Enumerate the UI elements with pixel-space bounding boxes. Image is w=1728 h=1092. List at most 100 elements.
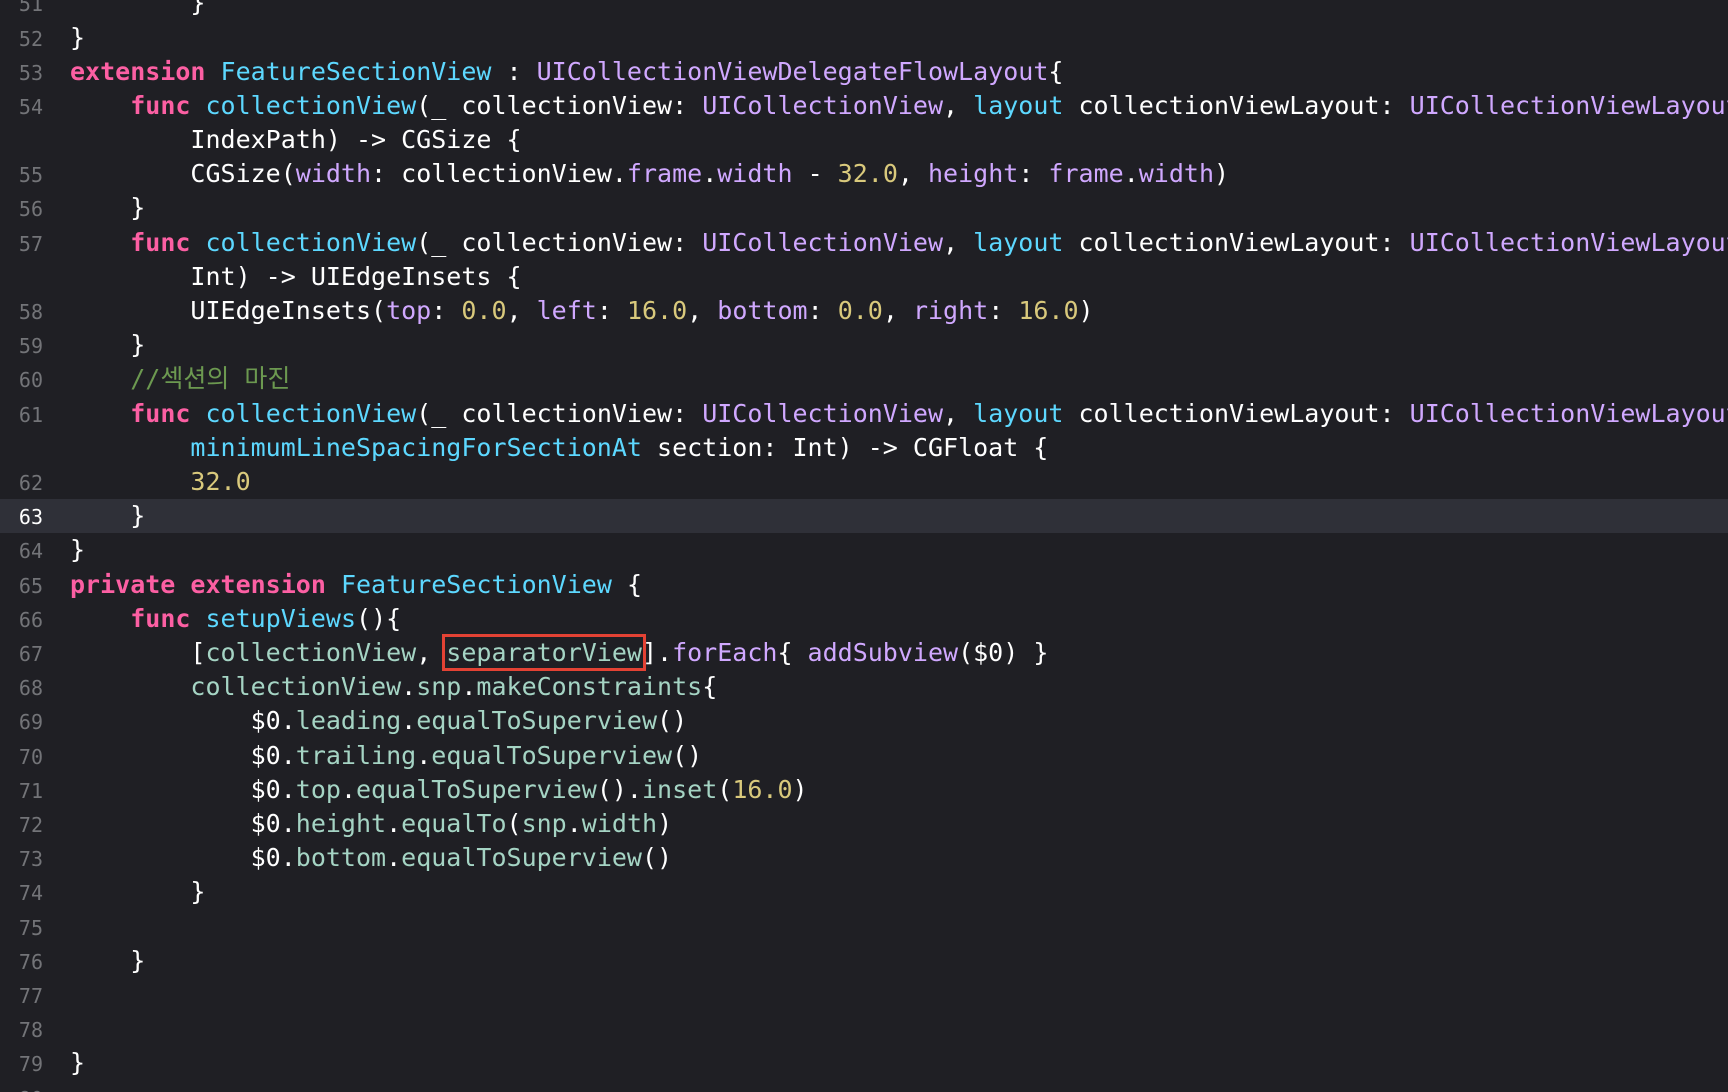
code-line-67[interactable]: 67 [collectionView, separatorView].forEa… [0, 634, 1728, 671]
code-text[interactable]: } [70, 0, 205, 17]
code-text[interactable]: func collectionView(_ collectionView: UI… [70, 400, 1728, 428]
code-line-56[interactable]: 56 } [0, 191, 1728, 225]
code-text[interactable]: $0.leading.equalToSuperview() [70, 707, 688, 735]
code-text[interactable]: } [70, 536, 85, 564]
code-token: FeatureSectionView [220, 57, 492, 86]
line-number: 54 [18, 95, 43, 119]
code-text[interactable]: $0.top.equalToSuperview().inset(16.0) [70, 776, 808, 804]
code-token: 16.0 [626, 296, 688, 325]
code-line-66[interactable]: 66 func setupViews(){ [0, 602, 1728, 636]
code-line-continuation[interactable]: minimumLineSpacingForSectionAt section: … [0, 431, 1728, 465]
code-text[interactable]: $0.bottom.equalToSuperview() [70, 844, 672, 872]
code-text[interactable]: } [70, 194, 145, 222]
code-line-77[interactable]: 77 [0, 978, 1728, 1012]
code-token: } [70, 877, 206, 906]
code-line-60[interactable]: 60 //섹션의 마진 [0, 362, 1728, 396]
line-number: 55 [18, 163, 43, 187]
line-number: 64 [18, 539, 43, 563]
line-number: 66 [18, 608, 43, 632]
code-token: bottom [717, 296, 808, 325]
code-token: private [70, 570, 176, 599]
code-token: layout [973, 228, 1064, 257]
code-token: : [807, 296, 838, 325]
code-token: Int) -> UIEdgeInsets { [70, 262, 522, 291]
code-text[interactable]: } [70, 878, 205, 906]
code-token: (_ collectionView: [416, 91, 703, 120]
code-text[interactable]: [collectionView, separatorView].forEach{… [70, 634, 1048, 671]
code-text[interactable]: func collectionView(_ collectionView: UI… [70, 92, 1728, 120]
code-line-continuation[interactable]: IndexPath) -> CGSize { [0, 123, 1728, 157]
code-line-71[interactable]: 71 $0.top.equalToSuperview().inset(16.0) [0, 773, 1728, 807]
code-editor[interactable]: 51 } 52} 53 extension FeatureSectionView : … [0, 0, 1728, 1092]
code-text[interactable]: 32.0 [70, 467, 250, 496]
code-token: section: Int) -> CGFloat { [641, 433, 1049, 462]
code-text[interactable]: //섹션의 마진 [70, 365, 290, 393]
code-text[interactable]: Int) -> UIEdgeInsets { [70, 262, 522, 291]
code-line-76[interactable]: 76 } [0, 944, 1728, 978]
line-number: 61 [18, 403, 43, 427]
code-line-58[interactable]: 58 UIEdgeInsets(top: 0.0, left: 16.0, bo… [0, 294, 1728, 328]
code-line-63[interactable]: 63 } [0, 499, 1728, 533]
line-number: 72 [18, 813, 43, 837]
line-number: 62 [18, 471, 43, 495]
code-text[interactable]: } [70, 331, 145, 359]
code-text[interactable]: collectionView.snp.makeConstraints{ [70, 673, 717, 701]
code-token: UIEdgeInsets( [70, 296, 387, 325]
code-line-68[interactable]: 68 collectionView.snp.makeConstraints{ [0, 670, 1728, 704]
code-text[interactable]: IndexPath) -> CGSize { [70, 126, 521, 154]
code-token: . [461, 672, 477, 701]
code-line-69[interactable]: 69 $0.leading.equalToSuperview() [0, 704, 1728, 738]
code-text[interactable]: func collectionView(_ collectionView: UI… [70, 229, 1728, 257]
code-line-78[interactable]: 78 [0, 1012, 1728, 1046]
code-text[interactable]: UIEdgeInsets(top: 0.0, left: 16.0, botto… [70, 296, 1093, 325]
line-number: 70 [18, 745, 43, 769]
code-line-54[interactable]: 54 func collectionView(_ collectionView:… [0, 89, 1728, 123]
code-token: FeatureSectionView [340, 570, 612, 599]
code-text[interactable]: func setupViews(){ [70, 605, 401, 633]
code-line-57[interactable]: 57 func collectionView(_ collectionView:… [0, 226, 1728, 260]
code-line-61[interactable]: 61 func collectionView(_ collectionView:… [0, 397, 1728, 431]
code-token: 16.0 [1018, 296, 1079, 325]
code-line-70[interactable]: 70 $0.trailing.equalToSuperview() [0, 739, 1728, 773]
code-text[interactable]: } [70, 24, 85, 52]
code-token: 0.0 [461, 296, 507, 325]
code-line-55[interactable]: 55 CGSize(width: collectionView.frame.wi… [0, 157, 1728, 191]
code-line-73[interactable]: 73 $0.bottom.equalToSuperview() [0, 841, 1728, 875]
code-token: : [596, 296, 627, 325]
code-line-62[interactable]: 62 32.0 [0, 465, 1728, 499]
code-text[interactable]: minimumLineSpacingForSectionAt section: … [70, 434, 1048, 462]
code-line-72[interactable]: 72 $0.height.equalTo(snp.width) [0, 807, 1728, 841]
code-line-64[interactable]: 64} [0, 533, 1728, 567]
code-text[interactable]: } [70, 1049, 85, 1077]
code-token: () [641, 843, 673, 872]
code-line-65[interactable]: 65 private extension FeatureSectionView { [0, 568, 1728, 602]
code-line-74[interactable]: 74 } [0, 875, 1728, 909]
code-line-51[interactable]: 51 } [0, 0, 1728, 20]
code-text[interactable]: extension FeatureSectionView : UICollect… [70, 58, 1063, 86]
code-line-continuation[interactable]: Int) -> UIEdgeInsets { [0, 260, 1728, 294]
code-token: collectionView [205, 399, 417, 428]
code-text[interactable]: CGSize(width: collectionView.frame.width… [70, 160, 1229, 188]
code-text[interactable]: $0.height.equalTo(snp.width) [70, 809, 673, 838]
code-token: } [70, 1048, 86, 1077]
code-token: collectionView [205, 91, 417, 120]
code-token: } [70, 535, 86, 564]
line-number: 75 [18, 916, 43, 940]
code-text[interactable]: } [70, 947, 145, 975]
code-token: , [943, 91, 974, 120]
code-line-80[interactable]: 80 [0, 1081, 1728, 1092]
code-line-59[interactable]: 59 } [0, 328, 1728, 362]
code-line-79[interactable]: 79} [0, 1046, 1728, 1080]
code-line-52[interactable]: 52} [0, 21, 1728, 55]
code-line-53[interactable]: 53 extension FeatureSectionView : UIColle… [0, 55, 1728, 89]
code-token: ) [792, 775, 808, 804]
code-text[interactable]: private extension FeatureSectionView { [70, 571, 642, 599]
code-line-75[interactable]: 75 [0, 910, 1728, 944]
code-text[interactable]: } [70, 502, 145, 530]
code-token: ( [506, 809, 522, 838]
code-text[interactable]: $0.trailing.equalToSuperview() [70, 742, 703, 770]
